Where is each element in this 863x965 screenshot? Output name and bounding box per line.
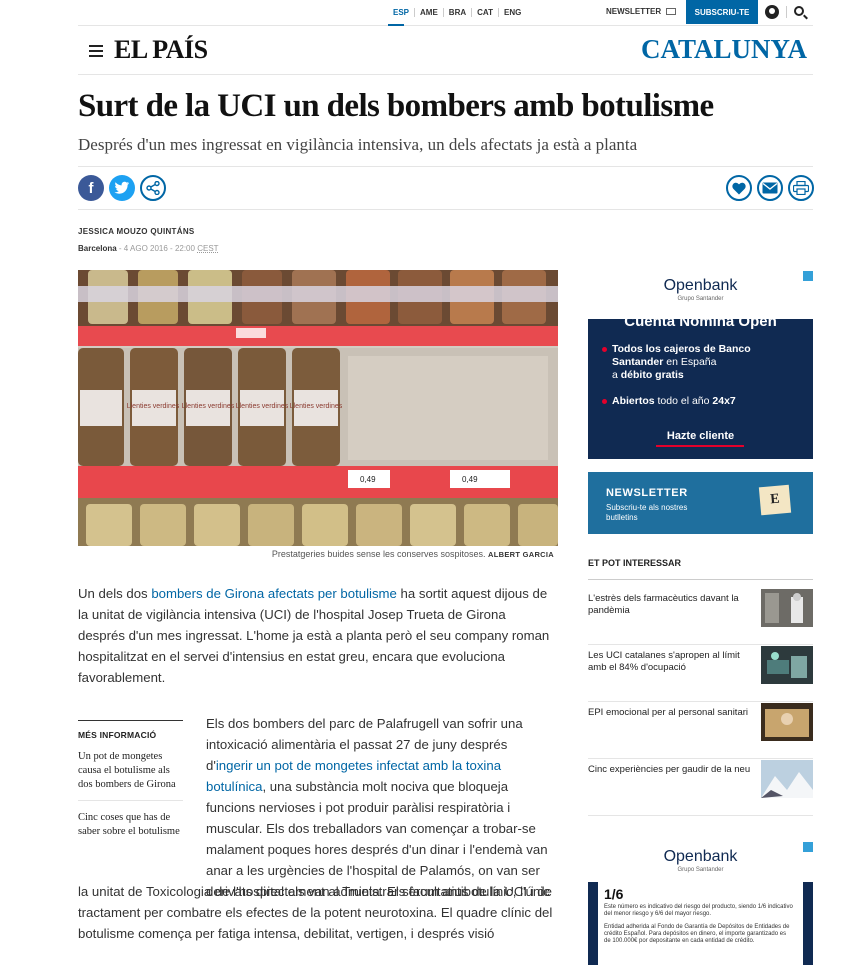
recommended-thumbnail[interactable] [761, 646, 813, 684]
article-subheadline: Després d'un mes ingressat en vigilància… [78, 135, 638, 154]
ad-choices-icon[interactable] [803, 842, 813, 852]
publish-date: 4 AGO 2016 - 22:00 [123, 244, 195, 253]
edition-bra[interactable]: BRA [444, 8, 473, 17]
jar-label: Llenties verdines [182, 403, 235, 410]
recommended-title[interactable]: L'estrès dels farmacèutics davant la pan… [588, 593, 752, 617]
openbank-ad[interactable]: Openbank Grupo Santander Cuenta Nómina O… [588, 271, 813, 459]
caption-text: Prestatgeries buides sense les conserves… [271, 549, 486, 559]
ad-brand-logo: Openbank [663, 848, 738, 865]
ad-title: Cuenta Nómina Open [624, 313, 777, 330]
more-info-link[interactable]: Un pot de mongetes causa el botulisme al… [78, 740, 183, 801]
menu-icon[interactable] [89, 45, 103, 57]
recommended-title[interactable]: Les UCI catalanes s'apropen al límit amb… [588, 650, 752, 674]
price-tag: 0,49 [462, 475, 478, 484]
recommended-item[interactable]: Cinc experiències per gaudir de la neu [588, 760, 813, 816]
jar-label: Llenties verdines [236, 403, 289, 410]
author-byline[interactable]: JESSICA MOUZO QUINTÁNS [78, 227, 195, 236]
bullet-text: todo el año [654, 395, 713, 407]
email-icon[interactable] [757, 175, 783, 201]
recommended-title[interactable]: Cinc experiències per gaudir de la neu [588, 764, 752, 776]
newsletter-label: NEWSLETTER [606, 7, 662, 16]
price-tag: 0,49 [360, 475, 376, 484]
risk-indicator: 1/6 [604, 886, 624, 902]
user-account-icon[interactable] [765, 5, 779, 19]
ad-bullet: Todos los cajeros de Banco Santander en … [602, 343, 751, 382]
more-info-title: MÉS INFORMACIÓ [78, 730, 157, 740]
photo-credit: ALBERT GARCIA [488, 550, 554, 559]
bullet-text: Todos los cajeros de Banco [612, 343, 751, 355]
site-logo[interactable]: EL PAÍS [114, 35, 208, 65]
jar-label: Llenties verdines [127, 403, 180, 410]
heart-icon[interactable] [726, 175, 752, 201]
text-span: Un dels dos [78, 586, 152, 601]
masthead: EL PAÍS CATALUNYA [78, 27, 813, 75]
guarantee-text: Entidad adherida al Fondo de Garantía de… [604, 924, 790, 944]
bullet-text: 24x7 [712, 395, 736, 407]
openbank-ad[interactable]: Openbank Grupo Santander 1/6 Este número… [588, 842, 813, 965]
ad-cta-button[interactable]: Hazte cliente [588, 430, 813, 442]
divider [786, 6, 787, 18]
location: Barcelona [78, 244, 117, 253]
newsletter-promo[interactable]: NEWSLETTER Subscriu-te als nostres butll… [588, 472, 813, 534]
cta-underline [656, 445, 744, 447]
article-photo[interactable]: Llenties verdines Llenties verdines Llen… [78, 270, 558, 546]
top-bar: ESP AME BRA CAT ENG NEWSLETTER SUBSCRIU-… [78, 0, 813, 26]
recommended-thumbnail[interactable] [761, 703, 813, 741]
dateline: Barcelona - 4 AGO 2016 - 22:00 CEST [78, 244, 219, 253]
recommended-item[interactable]: EPI emocional per al personal sanitari [588, 703, 813, 759]
ad-brand-logo: Openbank [663, 277, 738, 294]
newsletter-envelope-icon: E [758, 484, 792, 516]
search-icon[interactable] [794, 6, 804, 16]
edition-ame[interactable]: AME [415, 8, 444, 17]
ad-brand-sub: Grupo Santander [677, 867, 724, 873]
newsletter-title: NEWSLETTER [606, 487, 688, 499]
twitter-share-icon[interactable] [109, 175, 135, 201]
risk-text: Este número es indicativo del riesgo del… [604, 904, 793, 917]
ad-brand-sub: Grupo Santander [677, 296, 724, 302]
section-title[interactable]: CATALUNYA [641, 34, 807, 65]
more-info-link[interactable]: Cinc coses que has de saber sobre el bot… [78, 801, 183, 847]
bullet-text: Abiertos [612, 395, 655, 407]
print-icon[interactable] [788, 175, 814, 201]
bullet-text: a [612, 369, 621, 381]
edition-selector: ESP AME BRA CAT ENG [388, 8, 526, 17]
ad-bullet: Abiertos todo el año 24x7 [602, 395, 736, 408]
bullet-text: Santander [612, 356, 664, 368]
share-toolbar: f [78, 166, 814, 210]
article-paragraph: Els dos bombers del parc de Palafrugell … [206, 713, 554, 902]
subscribe-button[interactable]: SUBSCRIU-TE [686, 0, 758, 24]
recommended-item[interactable]: L'estrès dels farmacèutics davant la pan… [588, 589, 813, 645]
edition-cat[interactable]: CAT [472, 8, 499, 17]
timezone: CEST [197, 244, 219, 253]
jar-label: Llenties verdines [290, 403, 343, 410]
edition-eng[interactable]: ENG [499, 8, 526, 17]
recommended-item[interactable]: Les UCI catalanes s'apropen al límit amb… [588, 646, 813, 702]
active-edition-indicator [388, 24, 404, 26]
shelf-photo-illustration: Llenties verdines Llenties verdines Llen… [78, 270, 558, 546]
newsletter-link[interactable]: NEWSLETTER [606, 7, 677, 16]
more-info-box: MÉS INFORMACIÓ Un pot de mongetes causa … [78, 720, 183, 847]
article-paragraph: la unitat de Toxicologia de l'hospital e… [78, 884, 553, 941]
envelope-icon [666, 8, 677, 15]
recommended-title[interactable]: EPI emocional per al personal sanitari [588, 707, 752, 719]
recommended-thumbnail[interactable] [761, 589, 813, 627]
edition-esp[interactable]: ESP [388, 8, 416, 17]
photo-caption: Prestatgeries buides sense les conserves… [78, 549, 554, 559]
article-headline: Surt de la UCI un dels bombers amb botul… [78, 88, 714, 124]
related-link[interactable]: bombers de Girona afectats per botulisme [151, 586, 397, 601]
ad-disclaimer-box: 1/6 Este número es indicativo del riesgo… [598, 882, 803, 965]
recommended-thumbnail[interactable] [761, 760, 813, 798]
share-icon[interactable] [140, 175, 166, 201]
newsletter-subtitle: Subscriu-te als nostres butlletins [606, 503, 688, 522]
ad-choices-icon[interactable] [803, 271, 813, 281]
bullet-text: en España [663, 356, 717, 368]
article-paragraph: Un dels dos bombers de Girona afectats p… [78, 583, 554, 688]
recommended-header: ET POT INTERESSAR [588, 558, 813, 580]
bullet-text: débito gratis [620, 369, 684, 381]
facebook-share-icon[interactable]: f [78, 175, 104, 201]
